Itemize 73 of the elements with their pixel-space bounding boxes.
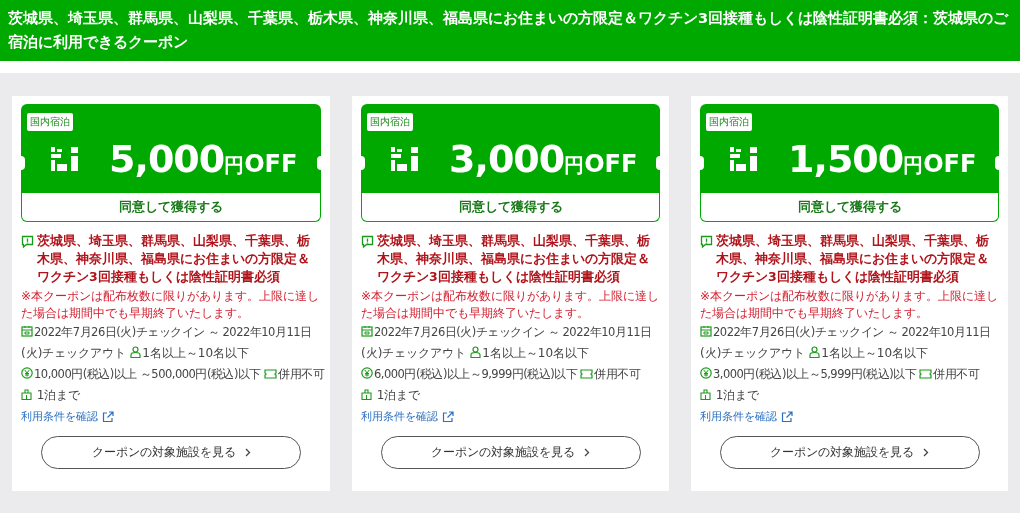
currency-unit: 円 xyxy=(564,153,585,179)
discount-amount: 3,000 xyxy=(449,137,565,181)
discount-amount: 5,000 xyxy=(109,137,225,181)
alert-icon xyxy=(21,235,34,248)
calendar-icon xyxy=(361,325,373,337)
category-badge: 国内宿泊 xyxy=(367,113,413,131)
person-icon xyxy=(809,346,821,358)
ticket-icon xyxy=(919,369,933,379)
currency-unit: 円 xyxy=(224,153,245,179)
off-label: OFF xyxy=(244,150,298,178)
restriction-text: 茨城県、埼玉県、群馬県、山梨県、千葉県、栃木県、神奈川県、福島県にお住まいの方限定＆ワクチン3回接種もしくは陰性証明書必須 xyxy=(37,232,311,286)
building-icon xyxy=(21,389,32,400)
notice-text: ※本クーポンは配布枚数に限りがあります。上限に達した場合は期間中でも早期終了いたします。 xyxy=(361,288,660,322)
night-limit: 1泊まで xyxy=(36,388,81,402)
person-icon xyxy=(130,346,142,358)
stay-period: (火)チェックアウト xyxy=(21,346,127,360)
terms-link[interactable]: 利用条件を確認 xyxy=(361,406,438,427)
facilities-button[interactable]: クーポンの対象施設を見る xyxy=(41,436,301,469)
notice-text: ※本クーポンは配布枚数に限りがあります。上限に達した場合は期間中でも早期終了いたします。 xyxy=(21,288,321,322)
chevron-icon xyxy=(243,448,251,457)
external-link-icon xyxy=(102,410,114,423)
chevron-icon xyxy=(922,448,929,457)
page-title: 茨城県、埼玉県、群馬県、山梨県、千葉県、栃木県、神奈川県、福島県にお住まいの方限定＆ワクチン3回接種もしくは陰性証明書必須：茨城県のご宿泊に利用できるクーポン xyxy=(0,0,1020,61)
stay-period: 2022年7月26日(火)チェックイン ～ 2022年10月11日 xyxy=(34,325,312,339)
stay-period: 2022年7月26日(火)チェックイン ～ 2022年10月11日 xyxy=(374,325,652,339)
notice-text: ※本クーポンは配布枚数に限りがあります。上限に達した場合は期間中でも早期終了いたします。 xyxy=(700,288,999,322)
hotel-icon xyxy=(49,145,81,173)
combination-note: 併用不可 xyxy=(278,367,325,381)
yen-icon xyxy=(700,367,712,379)
night-limit: 1泊まで xyxy=(715,388,760,402)
combination-note: 併用不可 xyxy=(594,367,641,381)
guest-count: 1名以上～10名以下 xyxy=(482,346,590,360)
facilities-button[interactable]: クーポンの対象施設を見る xyxy=(719,436,980,469)
calendar-icon xyxy=(700,325,712,337)
terms-link[interactable]: 利用条件を確認 xyxy=(700,406,777,427)
price-range: 3,000円(税込)以上～5,999円(税込)以下 xyxy=(713,367,917,381)
currency-unit: 円 xyxy=(903,153,924,179)
alert-icon xyxy=(361,235,374,248)
terms-link[interactable]: 利用条件を確認 xyxy=(21,406,98,427)
hotel-icon xyxy=(389,145,421,173)
building-icon xyxy=(361,389,372,400)
person-icon xyxy=(470,346,482,358)
off-label: OFF xyxy=(923,150,977,178)
ticket-icon xyxy=(580,369,594,379)
chevron-icon xyxy=(583,448,590,457)
hotel-icon xyxy=(728,145,760,173)
off-label: OFF xyxy=(584,150,638,178)
building-icon xyxy=(700,389,711,400)
yen-icon xyxy=(21,367,33,379)
restriction-text: 茨城県、埼玉県、群馬県、山梨県、千葉県、栃木県、神奈川県、福島県にお住まいの方限定＆ワクチン3回接種もしくは陰性証明書必須 xyxy=(377,232,651,286)
calendar-icon xyxy=(21,325,33,337)
price-range: 10,000円(税込)以上 ～500,000円(税込)以下 xyxy=(34,367,261,381)
yen-icon xyxy=(361,367,373,379)
stay-period: 2022年7月26日(火)チェックイン ～ 2022年10月11日 xyxy=(713,325,991,339)
discount-amount: 1,500 xyxy=(788,137,904,181)
stay-period: (火)チェックアウト xyxy=(361,346,467,360)
facilities-button[interactable]: クーポンの対象施設を見る xyxy=(380,436,641,469)
price-range: 6,000円(税込)以上～9,999円(税込)以下 xyxy=(374,367,578,381)
category-badge: 国内宿泊 xyxy=(706,113,752,131)
combination-note: 併用不可 xyxy=(933,367,980,381)
ticket-icon xyxy=(264,369,278,379)
guest-count: 1名以上～10名以下 xyxy=(142,346,250,360)
category-badge: 国内宿泊 xyxy=(27,113,73,131)
stay-period: (火)チェックアウト xyxy=(700,346,806,360)
external-link-icon xyxy=(442,410,454,423)
alert-icon xyxy=(700,235,713,248)
claim-button[interactable]: 同意して獲得する xyxy=(700,193,999,222)
night-limit: 1泊まで xyxy=(376,388,421,402)
restriction-text: 茨城県、埼玉県、群馬県、山梨県、千葉県、栃木県、神奈川県、福島県にお住まいの方限定＆ワクチン3回接種もしくは陰性証明書必須 xyxy=(716,232,990,286)
claim-button[interactable]: 同意して獲得する xyxy=(361,193,660,222)
claim-button[interactable]: 同意して獲得する xyxy=(21,193,321,222)
external-link-icon xyxy=(781,410,793,423)
guest-count: 1名以上～10名以下 xyxy=(821,346,929,360)
